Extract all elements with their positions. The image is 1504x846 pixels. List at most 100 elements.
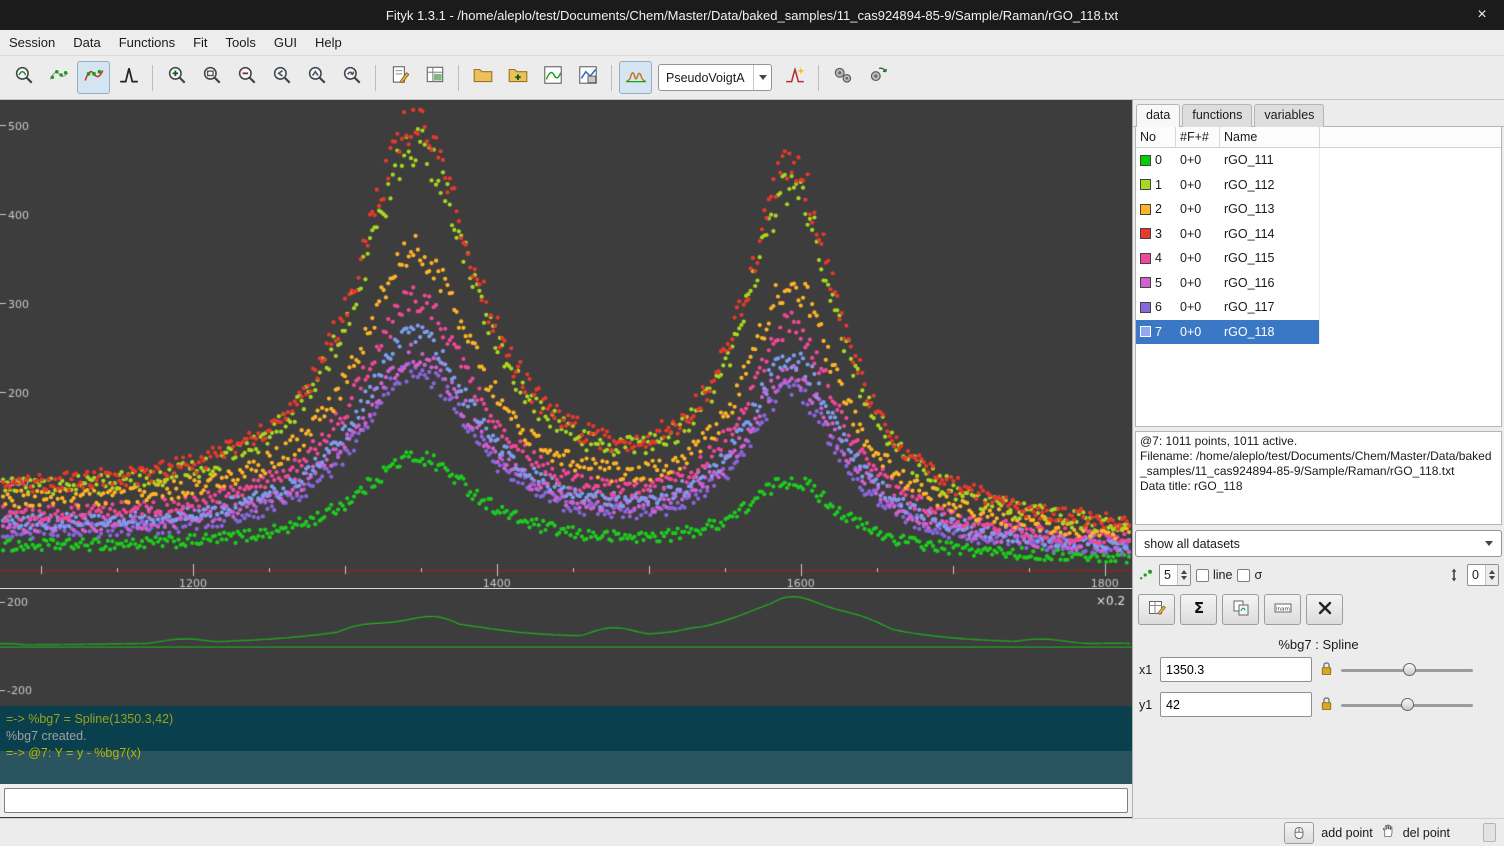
data-edit-button[interactable]	[1138, 594, 1175, 625]
slider-knob[interactable]	[1403, 663, 1416, 676]
dataset-color-swatch[interactable]	[1140, 204, 1151, 215]
dataset-name: rGO_118	[1220, 320, 1320, 345]
menu-help[interactable]: Help	[306, 31, 351, 54]
open-file-button[interactable]	[466, 61, 499, 94]
tab-data[interactable]: data	[1136, 104, 1180, 127]
gears-back-icon	[867, 64, 889, 91]
lock-icon[interactable]	[1318, 660, 1335, 680]
param-row-y1: y1	[1133, 687, 1504, 722]
zoom-vert-button[interactable]	[300, 61, 333, 94]
menu-data[interactable]: Data	[64, 31, 109, 54]
menu-tools[interactable]: Tools	[217, 31, 265, 54]
dataset-row-rGO_115[interactable]: 40+0rGO_115	[1136, 246, 1501, 271]
mode-zoom-button[interactable]	[7, 61, 40, 94]
line-checkbox[interactable]	[1196, 569, 1209, 582]
zoom-out-button[interactable]	[230, 61, 263, 94]
point-size-icon	[1138, 567, 1154, 583]
rename-button[interactable]: lnam	[1264, 594, 1301, 625]
fit-undo-button[interactable]	[861, 61, 894, 94]
plot-column: =-> %bg7 = Spline(1350.3,42)%bg7 created…	[0, 100, 1132, 818]
export-image-button[interactable]	[571, 61, 604, 94]
dataset-row-rGO_112[interactable]: 10+0rGO_112	[1136, 173, 1501, 198]
dataset-no: 7	[1136, 320, 1176, 345]
script-editor-button[interactable]	[383, 61, 416, 94]
menu-functions[interactable]: Functions	[110, 31, 184, 54]
save-session-button[interactable]	[536, 61, 569, 94]
dataset-color-swatch[interactable]	[1140, 179, 1151, 190]
zoom-prev-button[interactable]	[265, 61, 298, 94]
dataset-color-swatch[interactable]	[1140, 155, 1151, 166]
rename-icon: lnam	[1273, 598, 1293, 621]
tab-functions[interactable]: functions	[1182, 104, 1252, 127]
chart-save-icon	[577, 64, 599, 91]
mode-data-range-button[interactable]	[42, 61, 75, 94]
table-image-icon	[424, 64, 446, 91]
toolbar-separator	[375, 65, 376, 91]
dataset-color-swatch[interactable]	[1140, 228, 1151, 239]
function-type-combo[interactable]: PseudoVoigtA	[658, 64, 772, 91]
dataset-row-rGO_113[interactable]: 20+0rGO_113	[1136, 197, 1501, 222]
dataset-row-rGO_117[interactable]: 60+0rGO_117	[1136, 295, 1501, 320]
dataset-color-swatch[interactable]	[1140, 326, 1151, 337]
dataset-color-swatch[interactable]	[1140, 302, 1151, 313]
data-table-button[interactable]	[418, 61, 451, 94]
menu-fit[interactable]: Fit	[184, 31, 216, 54]
sigma-checkbox[interactable]	[1237, 569, 1250, 582]
dataset-row-rGO_118[interactable]: 70+0rGO_118	[1136, 320, 1501, 345]
param-slider-x1[interactable]	[1341, 660, 1473, 680]
slider-knob[interactable]	[1401, 698, 1414, 711]
tab-variables[interactable]: variables	[1254, 104, 1324, 127]
dataset-row-rGO_111[interactable]: 00+0rGO_111	[1136, 148, 1501, 173]
show-datasets-value: show all datasets	[1144, 537, 1485, 551]
zoom-in-button[interactable]	[160, 61, 193, 94]
dataset-row-rGO_114[interactable]: 30+0rGO_114	[1136, 222, 1501, 247]
toolbar-separator	[611, 65, 612, 91]
add-function-button[interactable]	[778, 61, 811, 94]
peak-icon	[118, 64, 140, 91]
dataset-func-count: 0+0	[1176, 246, 1220, 271]
dataset-color-swatch[interactable]	[1140, 277, 1151, 288]
point-size-spinner[interactable]: 5	[1159, 564, 1191, 586]
param-input-x1[interactable]	[1160, 657, 1312, 682]
shift-spinner[interactable]: 0	[1467, 564, 1499, 586]
mode-add-peak-button[interactable]	[112, 61, 145, 94]
show-functions-button[interactable]	[619, 61, 652, 94]
delete-button[interactable]	[1306, 594, 1343, 625]
spinner-arrows[interactable]	[1485, 565, 1498, 585]
info-line-2: Data title: rGO_118	[1140, 479, 1497, 494]
menu-session[interactable]: Session	[0, 31, 64, 54]
open-append-button[interactable]	[501, 61, 534, 94]
chart-frame-icon	[542, 64, 564, 91]
mode-add-point-button[interactable]	[77, 61, 110, 94]
shift-data-icon	[1446, 567, 1462, 583]
hand-icon	[1380, 823, 1396, 842]
spinner-arrows[interactable]	[1177, 565, 1190, 585]
shift-value: 0	[1468, 565, 1485, 585]
column-header-No: No	[1136, 127, 1176, 147]
zoom-all-button[interactable]	[335, 61, 368, 94]
menu-gui[interactable]: GUI	[265, 31, 306, 54]
sum-button[interactable]: Σ	[1180, 594, 1217, 625]
lock-icon[interactable]	[1318, 695, 1335, 715]
show-datasets-dropdown[interactable]: show all datasets	[1135, 530, 1502, 557]
console-line-0: =-> %bg7 = Spline(1350.3,42)	[6, 711, 1132, 728]
dataset-func-count: 0+0	[1176, 173, 1220, 198]
dataset-func-count: 0+0	[1176, 148, 1220, 173]
function-params: x1y1	[1133, 652, 1504, 722]
param-slider-y1[interactable]	[1341, 695, 1473, 715]
resize-grip[interactable]	[1483, 823, 1496, 842]
aux-plot-canvas[interactable]	[0, 588, 1132, 706]
command-input[interactable]	[4, 788, 1128, 813]
param-row-x1: x1	[1133, 652, 1504, 687]
copy-function-button[interactable]	[1222, 594, 1259, 625]
mouse-mode-button[interactable]	[1284, 822, 1314, 844]
main-plot-canvas[interactable]	[0, 100, 1132, 588]
dataset-color-swatch[interactable]	[1140, 253, 1151, 264]
param-input-y1[interactable]	[1160, 692, 1312, 717]
statusbar: add point del point	[0, 818, 1504, 846]
dataset-row-rGO_116[interactable]: 50+0rGO_116	[1136, 271, 1501, 296]
zoom-rect-button[interactable]	[195, 61, 228, 94]
fit-run-button[interactable]	[826, 61, 859, 94]
close-button[interactable]: ×	[1468, 0, 1496, 30]
magnifier-curve-icon	[13, 64, 35, 91]
